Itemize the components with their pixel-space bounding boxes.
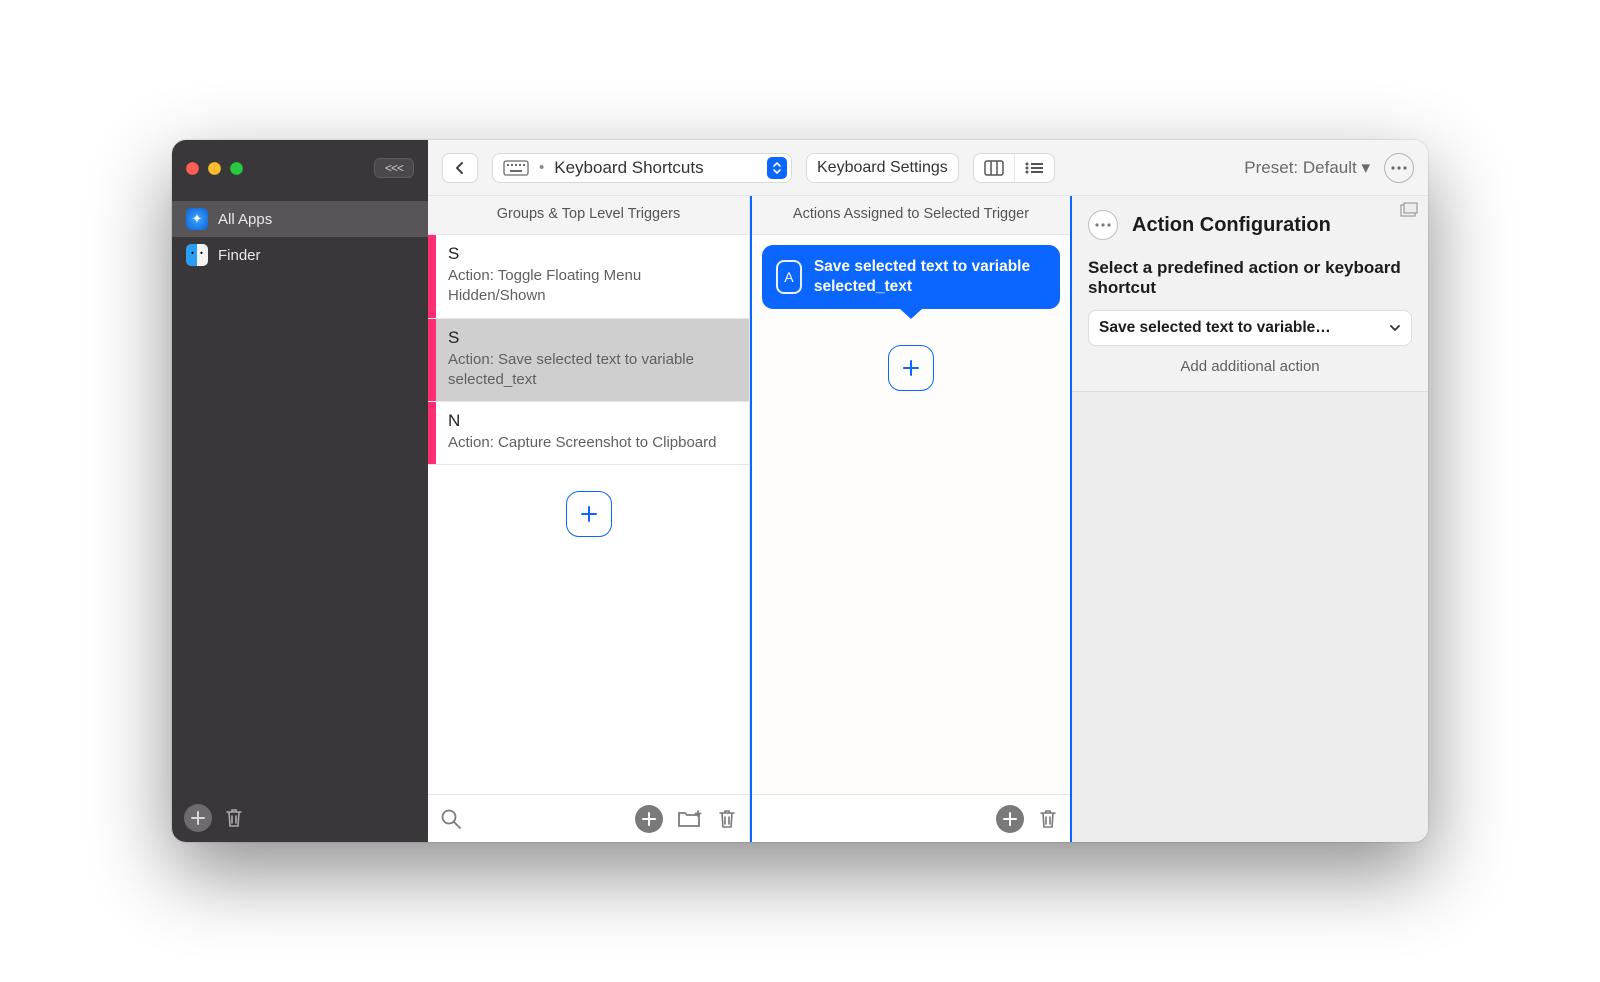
add-app-button[interactable] [184, 804, 212, 832]
add-trigger-button[interactable] [566, 491, 612, 537]
delete-action-button[interactable] [1038, 808, 1058, 830]
selection-notch-icon [748, 348, 749, 372]
trigger-key: S [448, 328, 737, 348]
triggers-footer [428, 794, 749, 842]
keyboard-settings-button[interactable]: Keyboard Settings [806, 153, 959, 183]
preset-dropdown[interactable]: Preset: Default ▾ [1244, 158, 1370, 178]
plus-icon [1003, 812, 1017, 826]
add-action-button[interactable] [888, 345, 934, 391]
sidebar-item-label: All Apps [218, 211, 272, 228]
delete-trigger-button[interactable] [717, 808, 737, 830]
updown-arrows-icon [767, 157, 787, 179]
globe-icon: ✦ [186, 208, 208, 230]
trigger-description: Action: Save selected text to variable s… [448, 350, 737, 391]
plus-icon [902, 359, 920, 377]
finder-icon [186, 244, 208, 266]
add-additional-action-button[interactable]: Add additional action [1088, 358, 1412, 375]
config-title: Action Configuration [1132, 214, 1331, 237]
config-column: Action Configuration Select a predefined… [1072, 196, 1428, 842]
list-icon [1024, 161, 1044, 175]
action-card[interactable]: A Save selected text to variable selecte… [762, 245, 1060, 309]
popout-icon[interactable] [1400, 202, 1418, 217]
traffic-lights [186, 162, 243, 175]
folder-plus-icon [677, 809, 703, 829]
toolbar: • Keyboard Shortcuts Keyboard Settings P… [428, 140, 1428, 196]
action-select-dropdown[interactable]: Save selected text to variable… [1088, 310, 1412, 346]
row-color-stripe [428, 402, 436, 464]
trigger-row[interactable]: N Action: Capture Screenshot to Clipboar… [428, 402, 749, 465]
minimize-window-button[interactable] [208, 162, 221, 175]
ellipsis-icon [1095, 223, 1111, 227]
columns-view-button[interactable] [974, 154, 1014, 182]
triggers-column: Groups & Top Level Triggers S Action: To… [428, 196, 750, 842]
search-icon [440, 808, 462, 830]
actions-footer [752, 794, 1070, 842]
row-color-stripe [428, 235, 436, 318]
section-dropdown[interactable]: • Keyboard Shortcuts [492, 153, 792, 183]
chevron-left-icon [455, 161, 465, 175]
add-action-footer-button[interactable] [996, 805, 1024, 833]
more-menu-button[interactable] [1384, 153, 1414, 183]
config-panel: Action Configuration Select a predefined… [1072, 196, 1428, 392]
sidebar-list: ✦ All Apps Finder [172, 196, 428, 794]
config-options-button[interactable] [1088, 210, 1118, 240]
view-mode-toggle[interactable] [973, 153, 1055, 183]
plus-icon [191, 811, 205, 825]
trigger-row[interactable]: S Action: Toggle Floating Menu Hidden/Sh… [428, 235, 749, 319]
keyboard-settings-label: Keyboard Settings [817, 159, 948, 177]
sidebar-footer [172, 794, 428, 842]
keyboard-icon [503, 160, 529, 176]
zoom-window-button[interactable] [230, 162, 243, 175]
sidebar-item-all-apps[interactable]: ✦ All Apps [172, 201, 428, 237]
app-window: <<< • Keyboard Shortcuts Keyboard Settin… [172, 140, 1428, 842]
delete-app-button[interactable] [224, 807, 244, 829]
titlebar-sidebar-area: <<< [172, 140, 428, 196]
trash-icon [224, 807, 244, 829]
close-window-button[interactable] [186, 162, 199, 175]
app-sidebar: ✦ All Apps Finder [172, 196, 428, 842]
triggers-column-header: Groups & Top Level Triggers [428, 196, 749, 235]
trigger-row[interactable]: S Action: Save selected text to variable… [428, 319, 749, 403]
actions-column-header: Actions Assigned to Selected Trigger [752, 196, 1070, 235]
action-select-label: Save selected text to variable… [1099, 319, 1331, 337]
add-trigger-footer-button[interactable] [635, 805, 663, 833]
actions-column: Actions Assigned to Selected Trigger A S… [750, 196, 1072, 842]
trash-icon [717, 808, 737, 830]
list-view-button[interactable] [1014, 154, 1054, 182]
plus-icon [642, 812, 656, 826]
sidebar-item-label: Finder [218, 247, 261, 264]
back-button[interactable] [442, 153, 478, 183]
columns-icon [984, 160, 1004, 176]
actions-list: A Save selected text to variable selecte… [752, 235, 1070, 794]
trash-icon [1038, 808, 1058, 830]
triggers-list: S Action: Toggle Floating Menu Hidden/Sh… [428, 235, 749, 794]
trigger-key: N [448, 411, 737, 431]
collapse-sidebar-button[interactable]: <<< [374, 158, 414, 178]
search-triggers-button[interactable] [440, 808, 462, 830]
sidebar-item-finder[interactable]: Finder [172, 237, 428, 273]
plus-icon [580, 505, 598, 523]
ellipsis-icon [1391, 166, 1407, 170]
trigger-description: Action: Capture Screenshot to Clipboard [448, 433, 737, 453]
text-select-icon: A [776, 260, 802, 294]
titlebar: <<< • Keyboard Shortcuts Keyboard Settin… [172, 140, 1428, 196]
trigger-key: S [448, 244, 737, 264]
trigger-description: Action: Toggle Floating Menu Hidden/Show… [448, 266, 737, 307]
row-color-stripe [428, 319, 436, 402]
section-dropdown-label: Keyboard Shortcuts [554, 158, 703, 178]
add-group-button[interactable] [677, 809, 703, 829]
config-subtitle: Select a predefined action or keyboard s… [1088, 258, 1412, 298]
dot-separator-icon: • [539, 159, 544, 176]
main-body: ✦ All Apps Finder Groups & Top Level Tri… [172, 196, 1428, 842]
action-card-label: Save selected text to variable selected_… [814, 257, 1046, 297]
chevron-down-icon [1389, 324, 1401, 332]
